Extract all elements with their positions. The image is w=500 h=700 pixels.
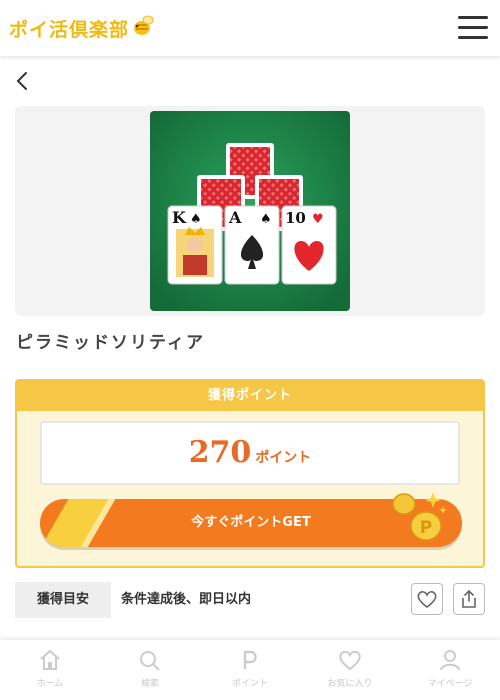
card-rank-k: K — [172, 208, 187, 227]
favorite-button[interactable] — [411, 583, 443, 615]
nav-item-points[interactable]: ポイント — [200, 640, 300, 700]
points-value-box: 270 ポイント — [40, 421, 460, 485]
points-value: 270 — [188, 435, 252, 470]
card-rank-10: 10 — [285, 209, 306, 227]
nav-item-mypage[interactable]: マイページ — [400, 640, 500, 700]
nav-label-favorites: お気に入り — [327, 679, 373, 689]
points-header: 獲得ポイント — [17, 381, 483, 411]
nav-label-points: ポイント — [231, 679, 268, 689]
card-suit-k: ♠ — [190, 212, 202, 227]
share-icon — [462, 589, 476, 608]
points-unit: ポイント — [255, 450, 312, 466]
user-icon — [440, 650, 460, 671]
card-rank-a: A — [228, 208, 242, 227]
back-button[interactable] — [12, 68, 36, 94]
nav-item-home[interactable]: ホーム — [0, 640, 100, 700]
header: ポイ活倶楽部 — [0, 0, 500, 56]
coins-icon: P — [390, 488, 450, 544]
game-thumbnail: K ♠ A ♠ 10 ♥ — [150, 111, 350, 311]
estimate-text: 条件達成後、即日以内 — [121, 592, 252, 607]
heart-icon — [339, 650, 361, 671]
share-button[interactable] — [453, 583, 485, 615]
hamburger-menu-icon[interactable] — [455, 13, 491, 43]
nav-label-mypage: マイページ — [427, 679, 473, 689]
site-logo[interactable]: ポイ活倶楽部 — [9, 14, 155, 42]
coin-mark: P — [420, 518, 432, 538]
bottom-nav: ホーム 検索 ポイント お気に入り マイページ — [0, 640, 500, 700]
chevron-left-icon — [16, 72, 27, 90]
card-suit-10: ♥ — [312, 212, 324, 227]
search-icon — [140, 651, 160, 671]
nav-item-favorites[interactable]: お気に入り — [300, 640, 400, 700]
logo-text: ポイ活倶楽部 — [9, 18, 130, 41]
heart-icon — [417, 591, 437, 609]
point-icon — [243, 650, 257, 669]
nav-label-home: ホーム — [36, 679, 64, 689]
home-icon — [40, 649, 60, 670]
estimate-label: 獲得目安 — [15, 582, 111, 618]
game-image-panel: K ♠ A ♠ 10 ♥ — [15, 106, 485, 316]
bee-icon — [131, 14, 155, 42]
nav-item-search[interactable]: 検索 — [100, 640, 200, 700]
page-title: ピラミッドソリティア — [16, 333, 205, 353]
card-suit-a: ♠ — [260, 212, 272, 227]
nav-label-search: 検索 — [140, 679, 159, 689]
